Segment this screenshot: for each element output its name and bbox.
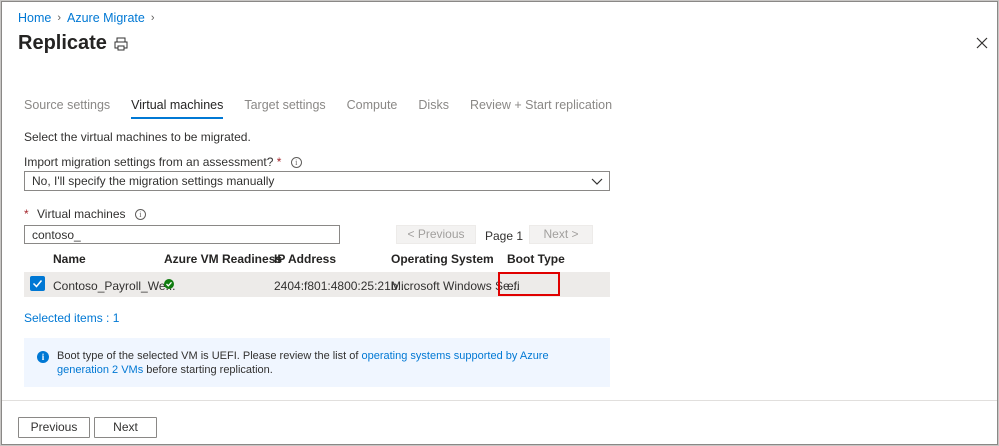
info-banner-text: Boot type of the selected VM is UEFI. Pl…: [57, 350, 597, 377]
tab-virtual-machines[interactable]: Virtual machines: [131, 98, 224, 119]
cell-ip-address: 2404:f801:4800:25:21b...: [274, 279, 408, 293]
pager-previous-button[interactable]: < Previous: [396, 225, 476, 244]
import-settings-label-text: Import migration settings from an assess…: [24, 155, 274, 169]
import-settings-dropdown[interactable]: No, I'll specify the migration settings …: [24, 171, 610, 191]
info-text-before: Boot type of the selected VM is UEFI. Pl…: [57, 350, 362, 362]
tab-disks[interactable]: Disks: [418, 98, 449, 119]
check-circle-icon: [164, 279, 174, 289]
info-icon[interactable]: i: [290, 157, 302, 169]
required-marker: *: [276, 155, 282, 169]
info-text-after: before starting replication.: [143, 363, 273, 376]
print-icon[interactable]: [113, 36, 129, 52]
vm-section-label: * Virtual machines i: [24, 207, 146, 221]
info-icon[interactable]: i: [134, 209, 146, 221]
column-header-readiness: Azure VM Readiness: [164, 252, 283, 266]
footer-divider: [2, 400, 997, 401]
boot-type-highlight: [498, 272, 560, 296]
pager-page-label: Page 1: [485, 229, 524, 243]
tab-compute[interactable]: Compute: [347, 98, 398, 119]
column-header-name: Name: [53, 252, 86, 266]
vm-search-input[interactable]: [24, 225, 340, 244]
import-settings-label: Import migration settings from an assess…: [24, 155, 302, 169]
column-header-ip: IP Address: [274, 252, 337, 266]
tab-target-settings[interactable]: Target settings: [244, 98, 325, 119]
row-checkbox[interactable]: [30, 276, 45, 291]
tab-source-settings[interactable]: Source settings: [24, 98, 110, 119]
breadcrumb: Home › Azure Migrate ›: [18, 11, 155, 25]
previous-button[interactable]: Previous: [18, 417, 90, 438]
info-icon: i: [37, 351, 49, 363]
intro-text: Select the virtual machines to be migrat…: [24, 130, 251, 144]
import-settings-selected: No, I'll specify the migration settings …: [32, 174, 275, 188]
cell-vm-name: Contoso_Payroll_We...: [53, 279, 176, 293]
page-title: Replicate: [18, 32, 107, 54]
column-header-boot-type: Boot Type: [507, 252, 565, 266]
required-marker: *: [24, 207, 29, 221]
chevron-right-icon: ›: [57, 12, 62, 24]
breadcrumb-azure-migrate[interactable]: Azure Migrate: [67, 11, 145, 25]
selected-items-link[interactable]: Selected items : 1: [24, 311, 119, 325]
next-button[interactable]: Next: [94, 417, 157, 438]
vm-section-label-text: Virtual machines: [37, 207, 126, 221]
tab-review-start-replication[interactable]: Review + Start replication: [470, 98, 612, 119]
breadcrumb-home[interactable]: Home: [18, 11, 51, 25]
chevron-right-icon: ›: [150, 12, 155, 24]
chevron-down-icon: [591, 178, 603, 185]
close-icon[interactable]: [973, 34, 991, 52]
column-header-os: Operating System: [391, 252, 494, 266]
pager-next-button[interactable]: Next >: [529, 225, 593, 244]
wizard-tabs: Source settings Virtual machines Target …: [24, 98, 633, 119]
